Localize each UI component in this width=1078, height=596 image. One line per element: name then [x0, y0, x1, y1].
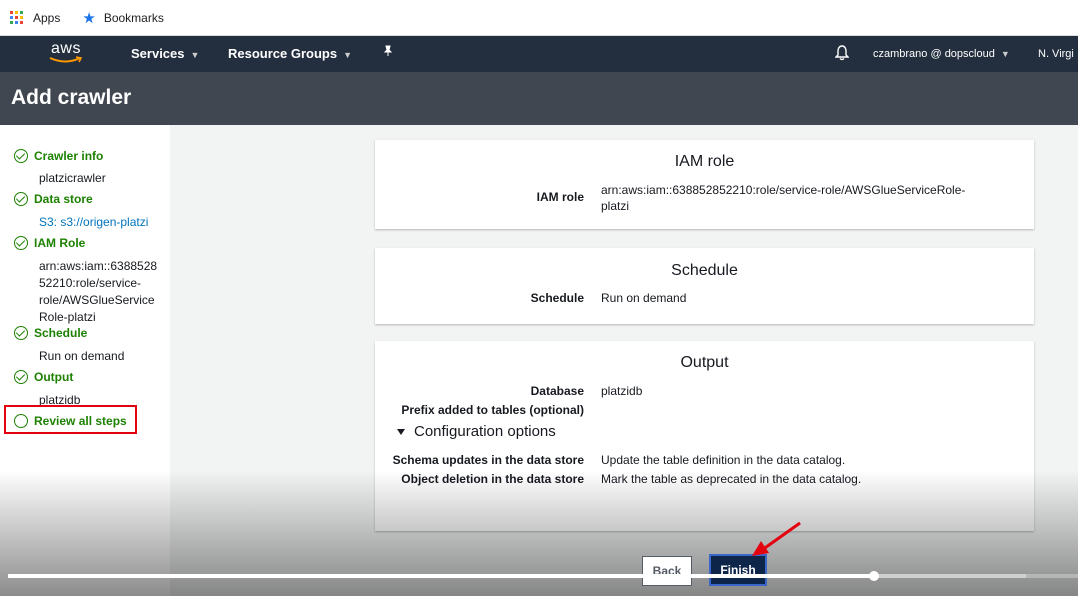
video-progress-bar[interactable] [8, 574, 1078, 578]
aws-top-nav: aws Services ▼ Resource Groups ▼ czambrano… [0, 36, 1078, 72]
schema-updates-label: Schema updates in the data store [392, 453, 584, 467]
star-icon: ★ [82, 9, 96, 27]
check-circle-icon [14, 149, 28, 163]
progress-remaining [1026, 574, 1078, 578]
aws-smile-icon [49, 56, 83, 63]
account-label: czambrano @ dopscloud [873, 48, 995, 60]
step-iam-role[interactable]: IAM Role [14, 236, 85, 250]
step-detail-schedule: Run on demand [39, 349, 125, 363]
resource-groups-menu[interactable]: Resource Groups ▼ [228, 46, 352, 61]
apps-grid-icon [10, 11, 23, 24]
step-data-store[interactable]: Data store [14, 192, 93, 206]
schema-updates-value: Update the table definition in the data … [601, 453, 846, 467]
step-label: Data store [34, 192, 93, 206]
step-label: Output [34, 370, 74, 384]
step-label: IAM Role [34, 236, 86, 250]
iam-role-label: IAM role [536, 190, 584, 204]
resource-groups-label: Resource Groups [228, 46, 338, 61]
aws-logo-text: aws [51, 40, 81, 57]
iam-role-card: IAM role IAM role arn:aws:iam::638852852… [375, 140, 1034, 229]
step-crawler-info[interactable]: Crawler info [14, 149, 103, 163]
prefix-label: Prefix added to tables (optional) [401, 403, 584, 417]
bookmarks-folder[interactable]: ★ Bookmarks [82, 9, 163, 27]
check-circle-icon [14, 370, 28, 384]
account-menu[interactable]: czambrano @ dopscloud ▼ [873, 48, 1010, 60]
step-detail-data-store[interactable]: S3: s3://origen-platzi [39, 214, 167, 231]
check-circle-icon [14, 326, 28, 340]
pin-icon[interactable] [382, 45, 394, 60]
schedule-card: Schedule Schedule Run on demand [375, 248, 1034, 324]
back-button[interactable]: Back [642, 556, 692, 586]
services-menu[interactable]: Services ▼ [131, 46, 199, 61]
progress-played [8, 574, 874, 578]
schedule-value: Run on demand [601, 291, 687, 305]
iam-role-line: role/AWSGlueService [39, 293, 155, 307]
highlight-box [4, 405, 137, 434]
region-menu[interactable]: N. Virgi [1038, 48, 1074, 60]
wizard-steps-sidebar: Crawler info platzicrawler Data store S3… [0, 125, 170, 596]
apps-label: Apps [33, 10, 61, 25]
configuration-options-label: Configuration options [414, 423, 556, 440]
step-output[interactable]: Output [14, 370, 73, 384]
progress-buffered [874, 574, 1026, 578]
region-label: N. Virgi [1038, 48, 1074, 60]
aws-logo[interactable]: aws [46, 41, 86, 67]
iam-role-line: 52210:role/service- [39, 276, 142, 290]
step-detail-iam-role: arn:aws:iam::6388528 52210:role/service-… [39, 258, 167, 326]
card-title: IAM role [674, 153, 735, 170]
step-detail-crawler-name: platzicrawler [39, 171, 106, 185]
database-label: Database [530, 384, 584, 398]
card-title: Output [680, 354, 729, 371]
bookmarks-bar: Apps ★ Bookmarks [0, 0, 1078, 36]
object-deletion-label: Object deletion in the data store [401, 472, 584, 486]
iam-role-value-line: arn:aws:iam::638852852210:role/service-r… [601, 183, 966, 197]
bell-icon[interactable] [834, 45, 850, 64]
step-label: Crawler info [34, 149, 104, 163]
iam-role-value: arn:aws:iam::638852852210:role/service-r… [601, 182, 965, 214]
services-label: Services [131, 46, 185, 61]
iam-role-value-line: platzi [601, 199, 630, 213]
iam-role-line: Role-platzi [39, 310, 96, 324]
check-circle-icon [14, 192, 28, 206]
caret-down-icon [397, 428, 405, 435]
check-circle-icon [14, 236, 28, 250]
output-card: Output Database platzidb Prefix added to… [375, 341, 1034, 531]
step-label: Schedule [34, 326, 88, 340]
card-title: Schedule [671, 262, 738, 279]
chevron-down-icon: ▼ [190, 50, 200, 60]
step-schedule[interactable]: Schedule [14, 326, 87, 340]
database-value: platzidb [601, 384, 643, 398]
chevron-down-icon: ▼ [343, 50, 353, 60]
chevron-down-icon: ▼ [1000, 49, 1010, 59]
red-arrow-annotation [752, 521, 801, 556]
configuration-options-toggle[interactable]: Configuration options [397, 423, 556, 440]
schedule-label: Schedule [530, 291, 584, 305]
page-title: Add crawler [11, 86, 132, 109]
object-deletion-value: Mark the table as deprecated in the data… [601, 472, 862, 486]
iam-role-line: arn:aws:iam::6388528 [39, 259, 158, 273]
bookmarks-label: Bookmarks [103, 10, 164, 25]
progress-scrubber-handle[interactable] [869, 571, 879, 581]
page-header: Add crawler [0, 72, 1078, 125]
apps-bookmark[interactable]: Apps [10, 11, 60, 25]
